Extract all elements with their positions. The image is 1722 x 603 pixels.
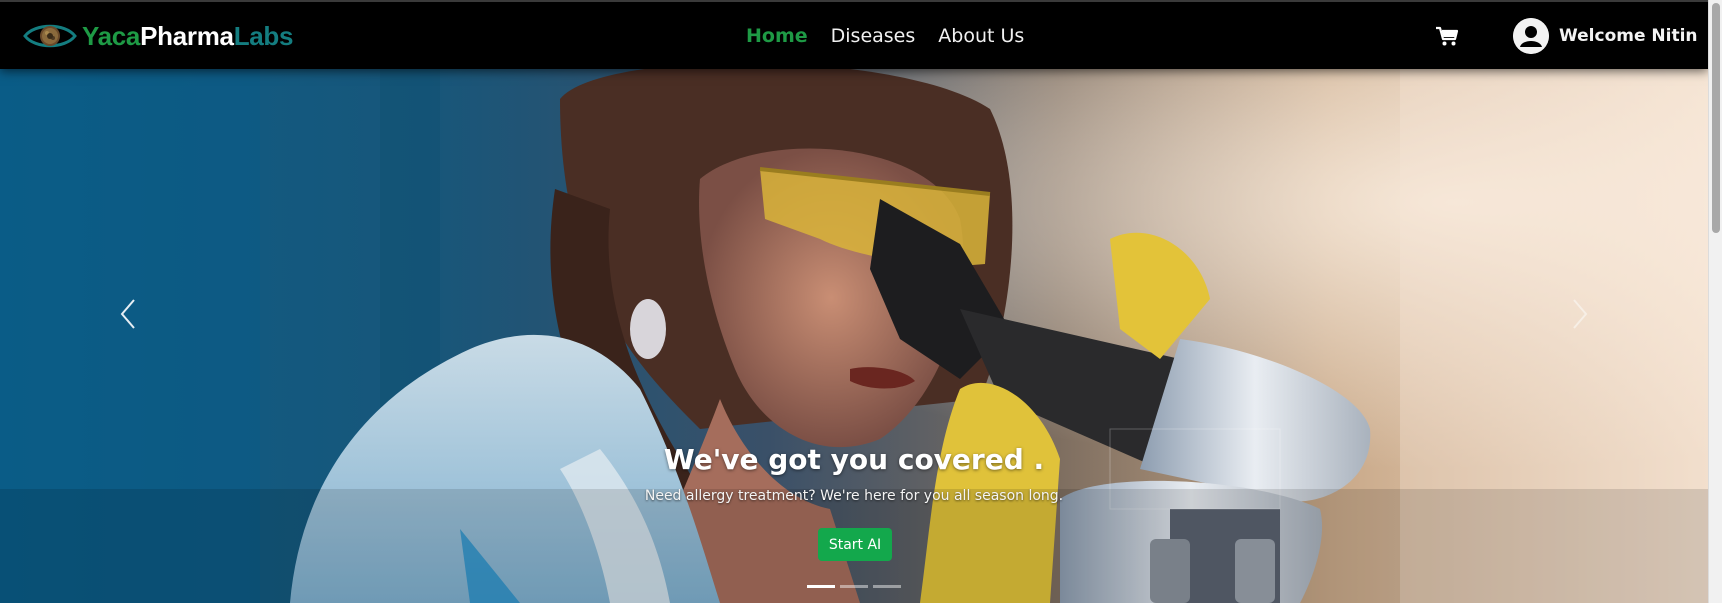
brand-name-part-2: Pharma <box>140 20 234 51</box>
chevron-left-icon <box>120 299 135 329</box>
nav-link-home[interactable]: Home <box>746 23 808 49</box>
brand-name: YacaPharmaLabs <box>82 21 293 52</box>
carousel-indicator-1[interactable] <box>807 585 835 588</box>
hero-carousel: We've got you covered . Need allergy tre… <box>0 69 1708 603</box>
user-avatar-icon <box>1513 18 1549 54</box>
hero-title: We've got you covered . <box>663 443 1045 476</box>
welcome-text: Welcome Nitin <box>1559 26 1698 46</box>
carousel-next-button[interactable] <box>1540 259 1620 369</box>
main-nav: Home Diseases About Us <box>746 23 1047 49</box>
nav-link-about-us[interactable]: About Us <box>938 23 1024 49</box>
start-ai-button[interactable]: Start AI <box>818 528 892 561</box>
hero-image <box>0 69 1708 603</box>
page-scrollbar[interactable] <box>1708 0 1722 603</box>
brand[interactable]: YacaPharmaLabs <box>23 18 293 54</box>
brand-name-part-1: Yaca <box>82 20 141 51</box>
top-navbar: YacaPharmaLabs Home Diseases About Us We… <box>0 0 1708 69</box>
page-viewport: YacaPharmaLabs Home Diseases About Us We… <box>0 0 1708 603</box>
carousel-prev-button[interactable] <box>88 259 168 369</box>
carousel-indicator-2[interactable] <box>840 585 868 588</box>
chevron-right-icon <box>1573 299 1588 329</box>
nav-link-diseases[interactable]: Diseases <box>831 23 916 49</box>
user-menu[interactable]: Welcome Nitin <box>1513 18 1698 54</box>
brand-name-part-3: Labs <box>233 20 294 51</box>
hero-subtitle: Need allergy treatment? We're here for y… <box>644 488 1064 504</box>
eye-logo-icon <box>23 24 77 48</box>
shopping-cart-icon[interactable] <box>1435 25 1459 47</box>
scrollbar-thumb[interactable] <box>1712 3 1720 233</box>
carousel-indicator-3[interactable] <box>873 585 901 588</box>
carousel-indicators <box>807 585 906 588</box>
